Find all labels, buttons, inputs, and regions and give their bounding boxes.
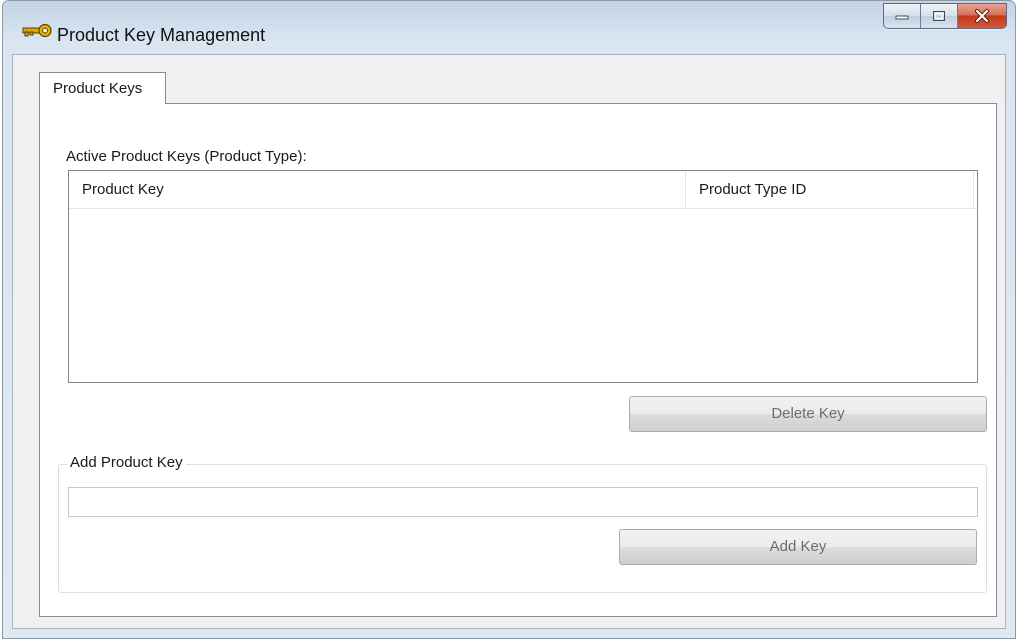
column-header-product-key[interactable]: Product Key [69, 171, 686, 208]
close-button[interactable] [958, 4, 1006, 28]
product-key-input[interactable] [68, 487, 978, 517]
tab-panel-product-keys: Active Product Keys (Product Type): Prod… [39, 103, 997, 617]
delete-key-button[interactable]: Delete Key [629, 396, 987, 432]
title-bar[interactable]: Product Key Management [3, 1, 1015, 51]
product-keys-list[interactable]: Product Key Product Type ID [68, 170, 978, 383]
caption-buttons [883, 3, 1007, 29]
maximize-button[interactable] [921, 4, 958, 28]
group-legend: Add Product Key [67, 454, 186, 471]
maximize-icon [933, 11, 945, 21]
active-keys-label: Active Product Keys (Product Type): [66, 148, 307, 165]
window: Product Key Management Product Keys Acti… [2, 0, 1016, 639]
add-key-button[interactable]: Add Key [619, 529, 977, 565]
close-icon [975, 9, 989, 23]
column-header-label: Product Type ID [699, 181, 807, 198]
client-area: Product Keys Active Product Keys (Produc… [12, 54, 1006, 629]
window-title: Product Key Management [57, 25, 266, 45]
tab-label: Product Keys [53, 80, 143, 97]
list-header: Product Key Product Type ID [69, 171, 977, 209]
add-product-key-group: Add Product Key Add Key [58, 454, 987, 593]
minimize-button[interactable] [884, 4, 921, 28]
minimize-icon [895, 15, 909, 20]
column-header-label: Product Key [82, 181, 164, 198]
key-icon [22, 23, 52, 38]
column-header-product-type-id[interactable]: Product Type ID [686, 171, 974, 208]
tab-product-keys[interactable]: Product Keys [39, 72, 166, 104]
